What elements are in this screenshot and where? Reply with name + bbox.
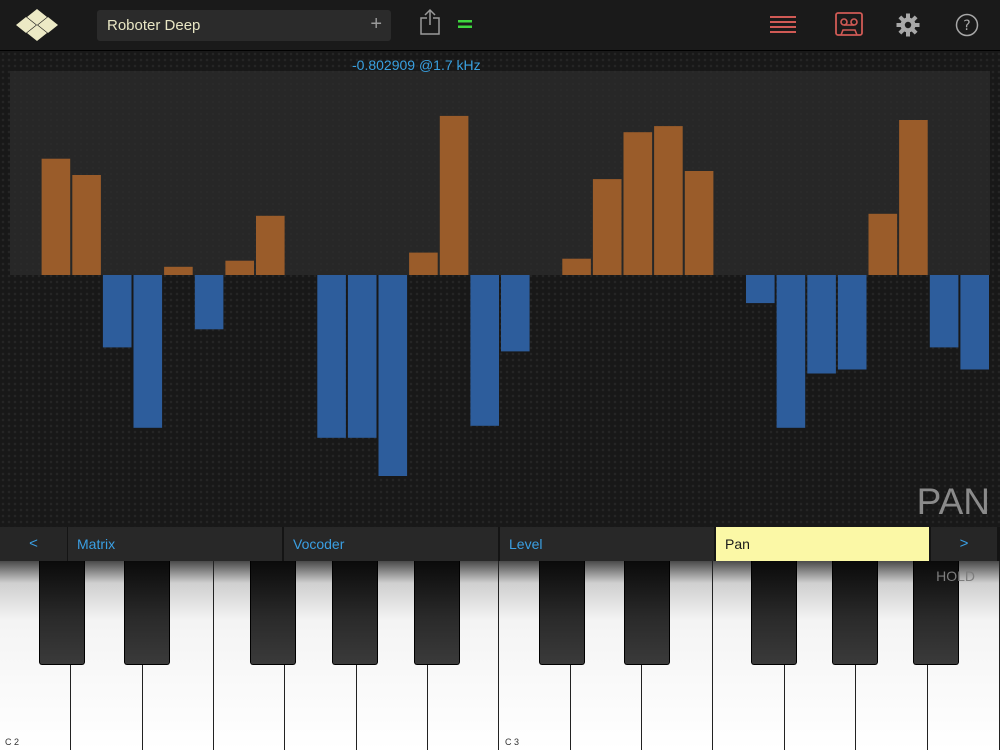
black-key-csharp3[interactable] — [539, 561, 585, 665]
black-key-asharp2[interactable] — [414, 561, 460, 665]
pan-bar[interactable] — [72, 175, 101, 275]
pan-bar[interactable] — [102, 275, 132, 348]
octave-label: C 3 — [505, 737, 520, 747]
pan-bar[interactable] — [378, 275, 408, 476]
pan-bar[interactable] — [347, 275, 377, 438]
pan-bar[interactable] — [562, 258, 591, 275]
pan-bar[interactable] — [470, 275, 499, 426]
tab-label: Level — [509, 536, 543, 552]
tab-level[interactable]: Level — [500, 527, 714, 561]
help-icon[interactable]: ? — [955, 13, 979, 37]
tab-label: Matrix — [77, 536, 116, 552]
tab-label: Pan — [725, 536, 750, 552]
pan-display[interactable]: -0.802909 @1.7 kHz PAN — [0, 51, 1000, 527]
preset-name: Roboter Deep — [107, 17, 201, 34]
tab-pan[interactable]: Pan — [716, 527, 929, 561]
tab-matrix[interactable]: Matrix — [68, 527, 282, 561]
black-key-gsharp3[interactable] — [832, 561, 878, 665]
pan-bar[interactable] — [899, 120, 928, 275]
tape-icon[interactable] — [835, 11, 863, 37]
black-key-csharp2[interactable] — [39, 561, 85, 665]
black-key-dsharp2[interactable] — [124, 561, 170, 665]
pan-bar[interactable] — [256, 215, 285, 275]
black-key-fsharp2[interactable] — [250, 561, 296, 665]
black-key-fsharp3[interactable] — [751, 561, 797, 665]
upper-panel — [10, 71, 990, 275]
svg-text:?: ? — [963, 18, 970, 34]
next-tab-button[interactable]: > — [931, 527, 997, 561]
pan-bar[interactable] — [684, 171, 714, 275]
share-icon[interactable] — [419, 8, 441, 36]
pan-bar[interactable] — [317, 275, 346, 438]
list-icon[interactable] — [770, 16, 796, 33]
pan-bar-chart[interactable] — [0, 51, 1000, 527]
hold-button[interactable]: HOLD — [936, 568, 975, 584]
pan-bar[interactable] — [592, 179, 622, 275]
pan-bar[interactable] — [807, 275, 836, 374]
pan-bar[interactable] — [654, 126, 683, 275]
pan-bar[interactable] — [225, 260, 254, 275]
piano-keyboard: C 2 C 3 — [0, 561, 1000, 750]
black-key-gsharp2[interactable] — [332, 561, 378, 665]
pan-bar[interactable] — [501, 275, 530, 352]
pan-bar[interactable] — [409, 252, 438, 275]
tab-bar: < Matrix Vocoder Level Pan > HOLD — [0, 527, 1000, 584]
equal-icon[interactable] — [458, 19, 472, 29]
octave-label: C 2 — [5, 737, 20, 747]
tab-vocoder[interactable]: Vocoder — [284, 527, 498, 561]
pan-bar[interactable] — [746, 275, 775, 304]
add-preset-button[interactable]: + — [370, 13, 382, 36]
preset-selector[interactable]: Roboter Deep + — [97, 10, 391, 41]
pan-bar[interactable] — [194, 275, 224, 330]
pan-bar[interactable] — [837, 275, 867, 370]
tab-label: Vocoder — [293, 536, 345, 552]
pan-bar[interactable] — [41, 158, 71, 275]
pan-bar[interactable] — [960, 275, 989, 370]
pan-bar[interactable] — [623, 132, 653, 275]
pan-bar[interactable] — [133, 275, 163, 428]
pan-bar[interactable] — [776, 275, 806, 428]
black-key-dsharp3[interactable] — [624, 561, 670, 665]
mode-label: PAN — [916, 481, 990, 522]
pan-bar[interactable] — [439, 115, 469, 276]
top-toolbar: Roboter Deep + ? — [0, 0, 1000, 51]
pan-bar[interactable] — [868, 213, 898, 275]
value-readout: -0.802909 @1.7 kHz — [352, 57, 481, 73]
pan-bar[interactable] — [929, 275, 959, 348]
gear-icon[interactable] — [896, 13, 920, 37]
pan-bar[interactable] — [164, 266, 193, 275]
prev-tab-button[interactable]: < — [0, 527, 67, 561]
app-logo-icon[interactable] — [14, 8, 60, 42]
